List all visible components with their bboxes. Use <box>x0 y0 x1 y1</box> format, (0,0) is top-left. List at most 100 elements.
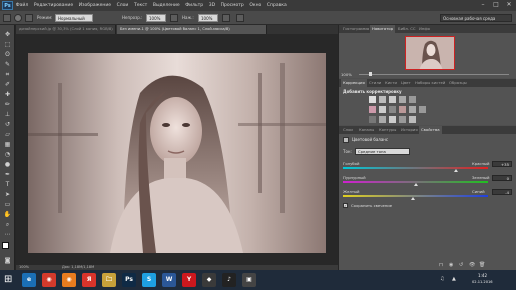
music-icon[interactable]: ♪ <box>222 273 236 287</box>
canvas-photo[interactable] <box>28 53 326 253</box>
crop-tool-icon[interactable]: ⌗ <box>3 71 12 79</box>
navigator-zoom-slider[interactable] <box>359 74 509 75</box>
tone-select[interactable]: Средние тона <box>355 148 410 155</box>
trash-icon[interactable]: 🗑 <box>479 262 485 268</box>
color-balance-adjustment-icon[interactable] <box>379 106 386 113</box>
menu-3d[interactable]: 3D <box>206 3 218 8</box>
color-lookup-adjustment-icon[interactable] <box>419 106 426 113</box>
youtube-icon[interactable]: Y <box>182 273 196 287</box>
hue-saturation-adjustment-icon[interactable] <box>369 106 376 113</box>
gradient-map-adjustment-icon[interactable] <box>399 116 406 123</box>
start-button[interactable]: ⊞ <box>4 274 16 286</box>
move-tool-icon[interactable]: ✥ <box>3 31 12 39</box>
shape-tool-icon[interactable]: ▭ <box>3 201 12 209</box>
magenta-green-thumb[interactable] <box>413 183 418 186</box>
tab-library[interactable]: Библ. CC <box>396 25 418 33</box>
black-white-adjustment-icon[interactable] <box>389 106 396 113</box>
maximize-button[interactable]: □ <box>491 1 501 9</box>
photo-filter-adjustment-icon[interactable] <box>399 106 406 113</box>
menu-help[interactable]: Справка <box>264 3 289 8</box>
tab-styles[interactable]: Стили <box>367 79 383 87</box>
stamp-tool-icon[interactable]: ⊥ <box>3 111 12 119</box>
posterize-adjustment-icon[interactable] <box>379 116 386 123</box>
quick-mask-icon[interactable]: ◙ <box>3 257 12 265</box>
flow-input[interactable]: 100% <box>198 14 218 22</box>
yellow-blue-thumb[interactable] <box>410 197 415 200</box>
invert-adjustment-icon[interactable] <box>369 116 376 123</box>
workspace-select[interactable]: Основная рабочая среда <box>440 14 512 22</box>
tab-history[interactable]: История <box>399 126 420 134</box>
zoom-tool-icon[interactable]: ⌕ <box>3 221 12 229</box>
navigator-thumbnail[interactable] <box>405 36 455 70</box>
menu-filter[interactable]: Фильтр <box>183 3 206 8</box>
tab-histogram[interactable]: Гистограмма <box>341 25 371 33</box>
history-brush-tool-icon[interactable]: ↺ <box>3 121 12 129</box>
lasso-tool-icon[interactable]: ʘ <box>3 51 12 59</box>
brightness-adjustment-icon[interactable] <box>369 96 376 103</box>
menu-view[interactable]: Просмотр <box>218 3 247 8</box>
hand-tool-icon[interactable]: ✋ <box>3 211 12 219</box>
menu-file[interactable]: Файл <box>13 3 31 8</box>
menu-edit[interactable]: Редактирование <box>31 3 76 8</box>
volume-icon[interactable]: ♫ <box>440 276 446 282</box>
brush-tool-icon[interactable]: ✏ <box>3 101 12 109</box>
exposure-adjustment-icon[interactable] <box>399 96 406 103</box>
brush-panel-icon[interactable] <box>25 14 33 22</box>
menu-select[interactable]: Выделение <box>150 3 182 8</box>
more-tools-icon[interactable]: ⋯ <box>3 231 12 239</box>
brush-preset-icon[interactable] <box>3 14 11 22</box>
document-tab-active[interactable]: Без имени-1 @ 100% (Цветовой баланс 1, С… <box>117 25 267 34</box>
tab-info[interactable]: Инфо <box>417 25 432 33</box>
tab-navigator[interactable]: Навигатор <box>370 25 396 33</box>
reset-icon[interactable]: ↺ <box>459 262 465 268</box>
skype-icon[interactable]: S <box>142 273 156 287</box>
word-icon[interactable]: W <box>162 273 176 287</box>
type-tool-icon[interactable]: T <box>3 181 12 189</box>
visibility-icon[interactable]: 👁 <box>469 262 475 268</box>
mode-select[interactable]: Нормальный <box>55 14 93 22</box>
explorer-icon[interactable]: 🗀 <box>102 273 116 287</box>
tab-brushes[interactable]: Кисти <box>383 79 399 87</box>
dodge-tool-icon[interactable]: ● <box>3 161 12 169</box>
chrome-icon[interactable]: ◉ <box>42 273 56 287</box>
threshold-adjustment-icon[interactable] <box>389 116 396 123</box>
ie-icon[interactable]: e <box>22 273 36 287</box>
photoshop-icon[interactable]: Ps <box>122 273 136 287</box>
vibrance-adjustment-icon[interactable] <box>409 96 416 103</box>
tab-swatches[interactable]: Образцы <box>447 79 469 87</box>
foreground-color-swatch[interactable] <box>2 242 9 249</box>
pressure-size-icon[interactable] <box>236 14 244 22</box>
window-icon[interactable]: ▣ <box>242 273 256 287</box>
curves-adjustment-icon[interactable] <box>389 96 396 103</box>
yellow-blue-slider[interactable] <box>343 195 488 197</box>
marquee-tool-icon[interactable]: ⬚ <box>3 41 12 49</box>
document-tab[interactable]: дизайнерский.jp @ 30,3% (Слой 1 копия, R… <box>16 25 116 34</box>
tab-color[interactable]: Цвет <box>399 79 413 87</box>
preserve-luminosity-checkbox[interactable]: ✓ <box>343 203 348 208</box>
healing-tool-icon[interactable]: ✚ <box>3 91 12 99</box>
menu-layers[interactable]: Слои <box>114 3 131 8</box>
yandex-icon[interactable]: Я <box>82 273 96 287</box>
pen-tool-icon[interactable]: ✒ <box>3 171 12 179</box>
pressure-opacity-icon[interactable] <box>170 14 178 22</box>
tab-brush-presets[interactable]: Наборы кистей <box>413 79 447 87</box>
clip-layer-icon[interactable]: ⊓ <box>439 262 445 268</box>
levels-adjustment-icon[interactable] <box>379 96 386 103</box>
cyan-red-slider[interactable] <box>343 167 488 169</box>
yellow-blue-value[interactable]: -4 <box>492 189 512 195</box>
airbrush-icon[interactable] <box>222 14 230 22</box>
navigator-zoom-thumb[interactable] <box>369 72 372 76</box>
tab-properties[interactable]: Свойства <box>419 126 442 134</box>
firefox-icon[interactable]: ◉ <box>62 273 76 287</box>
tab-channels[interactable]: Каналы <box>357 126 376 134</box>
network-icon[interactable]: ▲ <box>452 276 458 282</box>
navigator-zoom[interactable]: 100% <box>341 72 352 77</box>
eyedropper-tool-icon[interactable]: ✐ <box>3 81 12 89</box>
tab-paths[interactable]: Контуры <box>377 126 398 134</box>
gradient-tool-icon[interactable]: ▦ <box>3 141 12 149</box>
close-button[interactable]: ✕ <box>504 1 514 9</box>
tab-adjustments[interactable]: Коррекция <box>341 79 367 87</box>
quick-select-tool-icon[interactable]: ✎ <box>3 61 12 69</box>
path-select-tool-icon[interactable]: ➤ <box>3 191 12 199</box>
cyan-red-thumb[interactable] <box>454 169 459 172</box>
